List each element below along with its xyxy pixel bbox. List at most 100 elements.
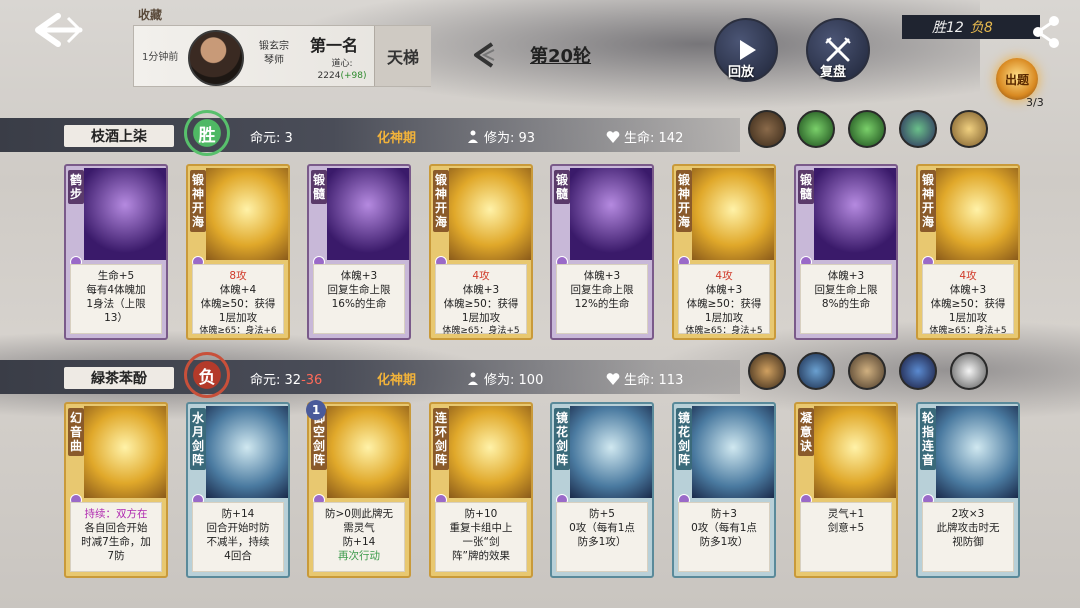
card-title: 幻音曲 <box>68 408 84 456</box>
card-description-line: 体魄≥50：获得 <box>443 298 519 310</box>
sect-info: 锻玄宗 琴师 <box>252 40 296 68</box>
player2-card[interactable]: 御空剑阵防>0则此牌无需灵气防+14再次行动 <box>307 402 411 578</box>
back-arrow-icon[interactable] <box>28 10 84 50</box>
player1-name: 枝酒上柒 <box>64 125 174 147</box>
buff-body-icon[interactable] <box>848 110 886 148</box>
card-description-line: 持续：双方在 <box>84 508 148 520</box>
heart-icon <box>606 131 620 143</box>
cultivation-label: 修为: <box>484 131 515 146</box>
player1-hp: 生命: 142 <box>606 127 683 146</box>
card-description-line: 阵”牌的效果 <box>452 550 510 562</box>
share-icon[interactable] <box>1030 14 1064 50</box>
card-description-line: 体魄+3 <box>827 270 865 282</box>
lantern-button[interactable]: 出题 <box>996 58 1038 100</box>
player2-card[interactable]: 凝意诀 灵气+1 剑意+5 <box>794 402 898 578</box>
play-icon <box>740 40 756 60</box>
avatar[interactable] <box>188 30 244 86</box>
buff-portrait-icon[interactable] <box>748 110 786 148</box>
player1-card[interactable]: 锻髓 体魄+3 回复生命上限 12%的生命 <box>550 164 654 340</box>
player1-card[interactable]: 锻神开海 4攻 体魄+3 体魄≥50：获得 1层加攻 体魄≥65：身法+5 <box>672 164 776 340</box>
card-description: 生命+5 每有4体魄加 1身法（上限 13） <box>70 264 162 334</box>
card-description: 8攻 体魄+4 体魄≥50：获得 1层加攻 体魄≥65：身法+6 <box>192 264 284 336</box>
player2-card[interactable]: 镜花剑阵 防+5 0攻（每有1点 防多1攻） <box>550 402 654 578</box>
card-description: 持续：双方在 各自回合开始 时减7生命，加 7防 <box>70 502 162 572</box>
buff-slash-icon[interactable] <box>797 352 835 390</box>
card-title: 水月剑阵 <box>190 408 206 470</box>
card-description-line: 13） <box>104 312 128 324</box>
card-description-line: 体魄+3 <box>462 284 500 296</box>
card-description: 防+14 回合开始时防 不减半，持续 4回合 <box>192 502 284 572</box>
card-description-line: 时减7生命，加 <box>81 536 151 548</box>
card-description-line: 1层加攻 <box>218 312 258 324</box>
buff-fist-icon[interactable] <box>797 110 835 148</box>
card-description-line: 防+14 <box>342 536 376 548</box>
buff-horn-icon[interactable] <box>950 110 988 148</box>
cultivation-value: 100 <box>518 373 544 388</box>
player2-card[interactable]: 水月剑阵防+14 回合开始时防 不减半，持续 4回合 <box>186 402 290 578</box>
card-description-line: 体魄+3 <box>949 284 987 296</box>
hp-value: 113 <box>658 373 684 388</box>
hp-label: 生命: <box>624 373 655 388</box>
player2-card[interactable]: 镜花剑阵 防+3 0攻（每有1点 防多1攻） <box>672 402 776 578</box>
card-description-line: 0攻（每有1点 <box>569 522 635 534</box>
buff-warrior-icon[interactable] <box>899 110 937 148</box>
player2-cultivation: 修为: 100 <box>466 369 543 388</box>
player1-card[interactable]: 锻神开海 8攻 体魄+4 体魄≥50：获得 1层加攻 体魄≥65：身法+6 <box>186 164 290 340</box>
card-title: 锻髓 <box>798 170 814 204</box>
card-description-line: 12%的生命 <box>574 298 630 310</box>
card-description-line: 体魄≥50：获得 <box>686 298 762 310</box>
card-description-line: 再次行动 <box>338 550 380 562</box>
card-description-line: 防>0则此牌无 <box>325 508 393 520</box>
player1-cultivation: 修为: 93 <box>466 127 535 146</box>
player1-card[interactable]: 锻髓 体魄+3 回复生命上限 16%的生命 <box>307 164 411 340</box>
buff-sword-rain-icon[interactable] <box>899 352 937 390</box>
card-description-line: 生命+5 <box>97 270 135 282</box>
card-description-line: 8攻 <box>229 270 247 282</box>
card-description: 防+5 0攻（每有1点 防多1攻） <box>556 502 648 572</box>
card-title: 轮指连音 <box>920 408 936 470</box>
card-description-line: 防多1攻） <box>699 536 749 548</box>
card-description-line: 1身法（上限 <box>86 298 146 310</box>
player2-card[interactable]: 轮指连音 2攻×3 此牌攻击时无 视防御 <box>916 402 1020 578</box>
card-description-line: 体魄+3 <box>340 270 378 282</box>
card-title: 连环剑阵 <box>433 408 449 470</box>
player1-card[interactable]: 锻神开海 4攻 体魄+3 体魄≥50：获得 1层加攻 体魄≥65：身法+5 <box>429 164 533 340</box>
player1-card[interactable]: 鹤步 生命+5 每有4体魄加 1身法（上限 13） <box>64 164 168 340</box>
round-label[interactable]: 第20轮 <box>530 42 591 68</box>
sect-name: 锻玄宗 <box>259 41 289 52</box>
card-description-line: 体魄≥65：身法+5 <box>442 326 520 336</box>
win-loss-record: 胜12 负8 <box>902 15 1040 39</box>
player1-card[interactable]: 锻髓 体魄+3 回复生命上限 8%的生命 <box>794 164 898 340</box>
card-description: 4攻 体魄+3 体魄≥50：获得 1层加攻 体魄≥65：身法+5 <box>678 264 770 336</box>
buff-yin-yang-icon[interactable] <box>950 352 988 390</box>
card-description: 防+3 0攻（每有1点 防多1攻） <box>678 502 770 572</box>
card-description: 防>0则此牌无 需灵气 防+14 再次行动 <box>313 502 405 572</box>
card-title: 锻神开海 <box>190 170 206 232</box>
card-art <box>327 168 409 260</box>
card-description-line: 1层加攻 <box>704 312 744 324</box>
buff-dragon-icon[interactable] <box>748 352 786 390</box>
opponent-profile-card[interactable]: 1分钟前 锻玄宗 琴师 第一名 道心: 2224(+98) 天梯 <box>133 25 431 87</box>
player1-card[interactable]: 锻神开海 4攻 体魄+3 体魄≥50：获得 1层加攻 体魄≥65：身法+5 <box>916 164 1020 340</box>
player2-card[interactable]: 连环剑阵 防+10 重复卡组中上 一张“剑 阵”牌的效果 <box>429 402 533 578</box>
card-art <box>936 168 1018 260</box>
card-art <box>692 168 774 260</box>
card-art <box>570 168 652 260</box>
card-description-line: 防+3 <box>711 508 737 520</box>
prev-round-icon[interactable] <box>470 40 500 70</box>
card-description-line: 各自回合开始 <box>84 522 148 534</box>
card-description-line: 体魄+3 <box>705 284 743 296</box>
card-description: 体魄+3 回复生命上限 12%的生命 <box>556 264 648 334</box>
destiny-value: 3 <box>284 131 293 146</box>
hp-value: 142 <box>658 131 684 146</box>
player2-hp: 生命: 113 <box>606 369 683 388</box>
card-description-line: 回复生命上限 <box>327 284 391 296</box>
player1-bar: 枝酒上柒 胜 命元: 3 化神期 修为: 93 生命: 142 <box>0 110 1080 156</box>
player2-card[interactable]: 幻音曲持续：双方在 各自回合开始 时减7生命，加 7防 <box>64 402 168 578</box>
card-title: 鹤步 <box>68 170 84 204</box>
card-description-line: 灵气+1 <box>827 508 865 520</box>
card-description-line: 体魄+4 <box>219 284 257 296</box>
favorite-label[interactable]: 收藏 <box>138 6 162 23</box>
buff-musician-icon[interactable] <box>848 352 886 390</box>
card-art <box>814 406 896 498</box>
